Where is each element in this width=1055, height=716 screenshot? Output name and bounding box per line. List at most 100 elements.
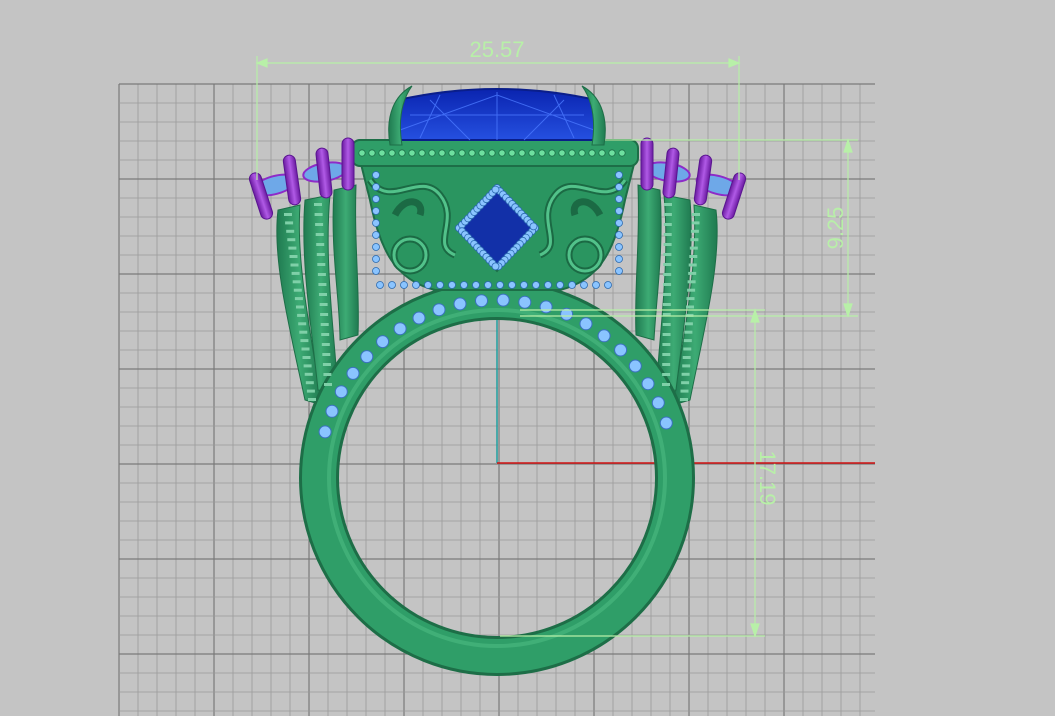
shank-tick bbox=[302, 356, 311, 359]
pave-stone bbox=[346, 366, 360, 380]
shank-tick bbox=[684, 322, 693, 326]
gallery-stone bbox=[491, 262, 500, 271]
shank-tick bbox=[322, 353, 331, 356]
pave-stone bbox=[453, 297, 467, 311]
rim-stone bbox=[358, 149, 366, 157]
shank-tick bbox=[663, 283, 672, 286]
shank-tick bbox=[315, 223, 324, 226]
rim-stone bbox=[598, 149, 606, 157]
shank-tick bbox=[663, 233, 672, 236]
pave-stone bbox=[325, 404, 339, 418]
rim-stone bbox=[558, 149, 566, 157]
shank-tick bbox=[320, 323, 329, 326]
shank-tick bbox=[315, 233, 324, 236]
gallery-stone bbox=[388, 281, 396, 289]
pave-stone bbox=[651, 396, 665, 410]
shank-tick bbox=[662, 383, 670, 386]
shank-tick bbox=[298, 322, 307, 326]
rim-stone bbox=[578, 149, 586, 157]
gallery-stone bbox=[372, 171, 380, 179]
shank-tick bbox=[317, 263, 326, 266]
shank-tick bbox=[321, 343, 330, 346]
shank-tick bbox=[663, 293, 671, 296]
gallery-stone bbox=[615, 207, 623, 215]
shank-tick bbox=[303, 364, 312, 368]
rim-stone bbox=[378, 149, 386, 157]
shank-tick bbox=[664, 203, 672, 206]
shank-tick bbox=[316, 253, 325, 256]
gallery-stone bbox=[615, 243, 623, 251]
rim-stone bbox=[538, 149, 546, 157]
gallery-stone bbox=[491, 185, 500, 194]
shank-tick bbox=[691, 221, 700, 225]
rim-stone bbox=[568, 149, 576, 157]
shank-tick bbox=[662, 303, 671, 306]
gallery-stone bbox=[615, 195, 623, 203]
rim-stone bbox=[428, 149, 436, 157]
shank-tick bbox=[663, 213, 672, 216]
gallery-stone bbox=[496, 281, 504, 289]
shank-tick bbox=[306, 389, 315, 393]
shank-tick bbox=[684, 330, 693, 334]
gallery-stone bbox=[556, 281, 564, 289]
viewport-canvas[interactable]: 25.57 9.25 17.19 bbox=[0, 0, 1055, 716]
shank-tick bbox=[308, 398, 316, 401]
gallery-stone bbox=[372, 267, 380, 275]
shank-tick bbox=[285, 221, 294, 225]
gallery-stone bbox=[604, 281, 612, 289]
shank-tick bbox=[290, 263, 299, 267]
gallery-stone bbox=[580, 281, 588, 289]
rim-stone bbox=[478, 149, 486, 157]
shank-tick bbox=[314, 203, 322, 206]
rim-stone bbox=[518, 149, 526, 157]
pave-stone bbox=[641, 377, 655, 391]
shank-tick bbox=[289, 255, 298, 258]
gallery-stone bbox=[372, 255, 380, 263]
pave-stone bbox=[360, 350, 374, 364]
front-viewport[interactable]: 25.57 9.25 17.19 bbox=[0, 0, 1055, 716]
pave-stone bbox=[539, 300, 553, 314]
pave-stone bbox=[412, 311, 426, 325]
pave-stone bbox=[376, 335, 390, 349]
shank-tick bbox=[296, 305, 304, 309]
pave-stone bbox=[628, 359, 642, 373]
shank-tick bbox=[294, 297, 303, 301]
shank-tick bbox=[689, 246, 698, 250]
shank-tick bbox=[686, 305, 694, 309]
shank-tick bbox=[688, 263, 697, 267]
right-inner-shank bbox=[635, 184, 662, 341]
shank-tick bbox=[681, 372, 690, 376]
shank-tick bbox=[663, 243, 672, 246]
dimension-width-label: 25.57 bbox=[469, 37, 524, 62]
rim-stone bbox=[508, 149, 516, 157]
shank-tick bbox=[687, 288, 696, 292]
shank-tick bbox=[317, 273, 326, 276]
gallery-stone bbox=[532, 281, 540, 289]
rim-stone bbox=[588, 149, 596, 157]
shank-tick bbox=[662, 373, 671, 376]
gallery-stone bbox=[424, 281, 432, 289]
pave-stone bbox=[597, 329, 611, 343]
shank-tick bbox=[663, 223, 672, 226]
gallery-stone bbox=[615, 267, 623, 275]
pave-stone bbox=[432, 303, 446, 317]
pave-stone bbox=[659, 416, 673, 430]
shank-tick bbox=[690, 229, 699, 233]
shank-tick bbox=[682, 364, 691, 368]
shank-tick bbox=[318, 283, 327, 286]
shank-tick bbox=[662, 323, 671, 326]
gallery-stone bbox=[412, 281, 420, 289]
gallery-stone bbox=[436, 281, 444, 289]
gallery-stone bbox=[544, 281, 552, 289]
shank-tick bbox=[663, 253, 672, 256]
rim-stone bbox=[398, 149, 406, 157]
shank-tick bbox=[323, 373, 332, 376]
gallery-stone bbox=[529, 222, 538, 231]
gallery-stone bbox=[568, 281, 576, 289]
gallery-stone bbox=[372, 195, 380, 203]
pave-stone bbox=[614, 343, 628, 357]
shank-tick bbox=[662, 363, 671, 366]
shank-tick bbox=[314, 213, 323, 216]
rim-stone bbox=[388, 149, 396, 157]
gallery-stone bbox=[484, 281, 492, 289]
